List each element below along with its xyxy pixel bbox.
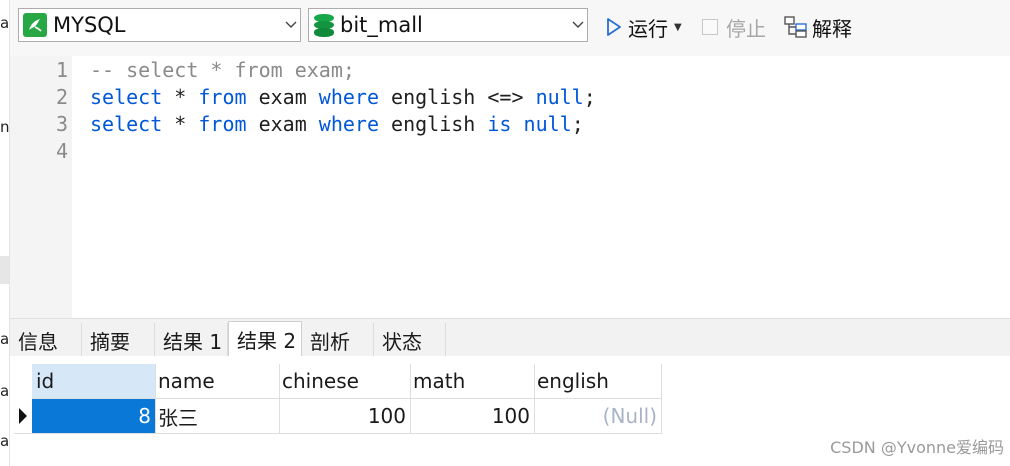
column-header-id[interactable]: id [32, 364, 156, 399]
run-label: 运行 [628, 16, 668, 41]
connection-value: MYSQL [53, 13, 126, 37]
sql-text: ; [571, 112, 584, 136]
result-tab-bar: 信息 摘要 结果 1 结果 2 剖析 状态 [10, 318, 1010, 357]
line-number: 1 [55, 58, 68, 82]
sql-text: * [162, 112, 199, 136]
column-header-chinese[interactable]: chinese [280, 364, 411, 399]
tab-result-1[interactable]: 结果 1 [155, 323, 228, 357]
sql-keyword: null [523, 112, 572, 136]
sql-text: ; [583, 85, 596, 109]
sql-keyword: where [318, 85, 380, 109]
stop-icon [702, 19, 718, 35]
sql-text: english [379, 112, 488, 136]
explain-button[interactable]: 解释 [784, 14, 852, 41]
sql-text: exam [246, 85, 319, 109]
line-number-gutter: 1 2 3 4 [10, 56, 72, 318]
column-header-name[interactable]: name [156, 364, 280, 399]
result-grid: id name chinese math english 8 张三 100 10… [10, 356, 1010, 466]
chevron-down-icon [282, 18, 300, 33]
left-panel-glyph: a [0, 14, 10, 32]
watermark-text: CSDN @Yvonne爱编码 [830, 438, 1004, 457]
sql-keyword: is [487, 112, 512, 136]
line-number: 2 [55, 85, 68, 109]
tab-status[interactable]: 状态 [374, 323, 446, 357]
sql-keyword: where [318, 112, 380, 136]
line-number: 4 [55, 139, 68, 163]
database-select[interactable]: bit_mall [308, 8, 588, 42]
tab-result-2[interactable]: 结果 2 [228, 321, 302, 357]
left-panel-scroll-mark [0, 256, 9, 284]
sql-editor[interactable]: 1 2 3 4 -- select * from exam; select * f… [10, 56, 1010, 318]
left-panel-glyph: a [0, 382, 10, 400]
code-line: select * from exam where english is null… [90, 112, 584, 136]
play-icon [606, 17, 622, 37]
left-panel-edge: a n a a a [0, 0, 10, 466]
cell-english[interactable]: (Null) [535, 399, 662, 434]
sql-keyword: select [90, 85, 163, 109]
tab-info[interactable]: 信息 [10, 323, 82, 357]
sql-keyword: from [198, 112, 247, 136]
sql-text: exam [246, 112, 319, 136]
explain-label: 解释 [812, 16, 852, 41]
row-pointer-icon [19, 408, 27, 424]
sql-keyword: null [535, 85, 584, 109]
stop-button[interactable]: 停止 [702, 14, 766, 41]
sql-keyword: select [90, 112, 163, 136]
sql-comment: -- select * from exam; [90, 58, 355, 82]
query-toolbar: MYSQL bit_mall 运行 ▼ 停止 解释 [10, 0, 1010, 56]
left-panel-glyph: a [0, 432, 10, 450]
left-panel-glyph: a [0, 330, 10, 348]
current-row-indicator [14, 399, 32, 434]
connection-select[interactable]: MYSQL [18, 8, 301, 42]
caret-down-icon: ▼ [674, 21, 682, 33]
column-header-english[interactable]: english [535, 364, 662, 399]
code-line: select * from exam where english <=> nul… [90, 85, 596, 109]
sql-text: english <=> [379, 85, 536, 109]
stop-label: 停止 [726, 16, 766, 41]
sql-keyword: from [198, 85, 247, 109]
database-icon [314, 13, 334, 37]
tab-summary[interactable]: 摘要 [82, 323, 155, 357]
column-header-math[interactable]: math [411, 364, 535, 399]
cell-id[interactable]: 8 [32, 399, 156, 434]
run-button[interactable]: 运行 ▼ [606, 14, 682, 41]
explain-icon [784, 16, 808, 38]
chevron-down-icon [569, 18, 587, 33]
cell-name[interactable]: 张三 [156, 399, 280, 434]
mysql-connection-icon [23, 13, 47, 37]
cell-math[interactable]: 100 [411, 399, 535, 434]
cell-chinese[interactable]: 100 [280, 399, 411, 434]
database-value: bit_mall [340, 13, 423, 37]
left-panel-glyph: n [0, 118, 10, 136]
tab-profile[interactable]: 剖析 [302, 323, 374, 357]
code-line: -- select * from exam; [90, 58, 355, 82]
line-number: 3 [55, 112, 68, 136]
sql-text: * [162, 85, 199, 109]
